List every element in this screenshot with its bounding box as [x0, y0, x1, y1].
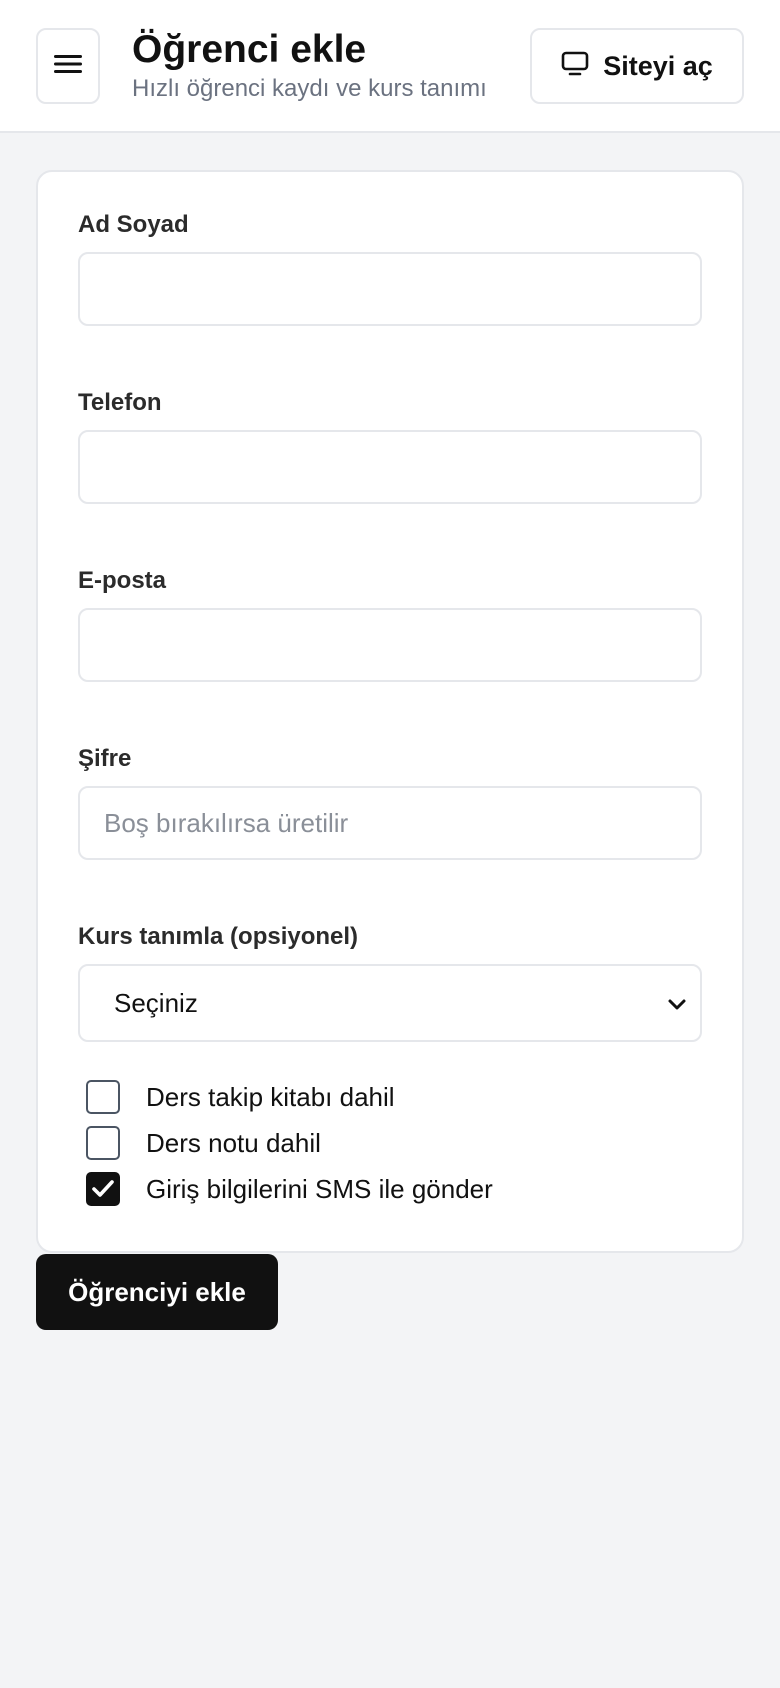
page-title: Öğrenci ekle: [132, 28, 367, 71]
tracking-book-option[interactable]: Ders takip kitabı dahil: [86, 1079, 395, 1115]
name-input[interactable]: [78, 252, 702, 326]
email-label: E-posta: [78, 567, 167, 594]
add-student-label: Öğrenciyi ekle: [68, 1276, 246, 1307]
tracking-book-label: Ders takip kitabı dahil: [146, 1081, 395, 1112]
email-input[interactable]: [78, 608, 702, 682]
open-site-label: Siteyi aç: [603, 50, 713, 81]
open-site-button[interactable]: Siteyi aç: [530, 28, 744, 104]
tracking-book-checkbox[interactable]: [86, 1080, 120, 1114]
name-label: Ad Soyad: [78, 211, 189, 238]
course-select[interactable]: Seçiniz: [78, 964, 702, 1042]
hamburger-menu-icon: [54, 53, 82, 80]
chevron-down-icon: [662, 990, 692, 1020]
monitor-icon: [561, 51, 589, 82]
page-subtitle: Hızlı öğrenci kaydı ve kurs tanımı: [132, 75, 487, 102]
lecture-notes-label: Ders notu dahil: [146, 1127, 321, 1158]
sms-credentials-option[interactable]: Giriş bilgilerini SMS ile gönder: [86, 1171, 493, 1207]
sms-credentials-checkbox[interactable]: [86, 1172, 120, 1206]
page-header: Öğrenci ekle Hızlı öğrenci kaydı ve kurs…: [0, 0, 780, 133]
course-label: Kurs tanımla (opsiyonel): [78, 923, 359, 950]
phone-input[interactable]: [78, 430, 702, 504]
lecture-notes-option[interactable]: Ders notu dahil: [86, 1125, 321, 1161]
password-label: Şifre: [78, 745, 132, 772]
menu-button[interactable]: [36, 28, 100, 104]
sms-credentials-label: Giriş bilgilerini SMS ile gönder: [146, 1173, 493, 1204]
lecture-notes-checkbox[interactable]: [86, 1126, 120, 1160]
add-student-button[interactable]: Öğrenciyi ekle: [36, 1254, 278, 1330]
course-select-value: Seçiniz: [114, 987, 198, 1018]
password-input[interactable]: [78, 786, 702, 860]
phone-label: Telefon: [78, 389, 162, 416]
checkmark-icon: [92, 1180, 114, 1197]
